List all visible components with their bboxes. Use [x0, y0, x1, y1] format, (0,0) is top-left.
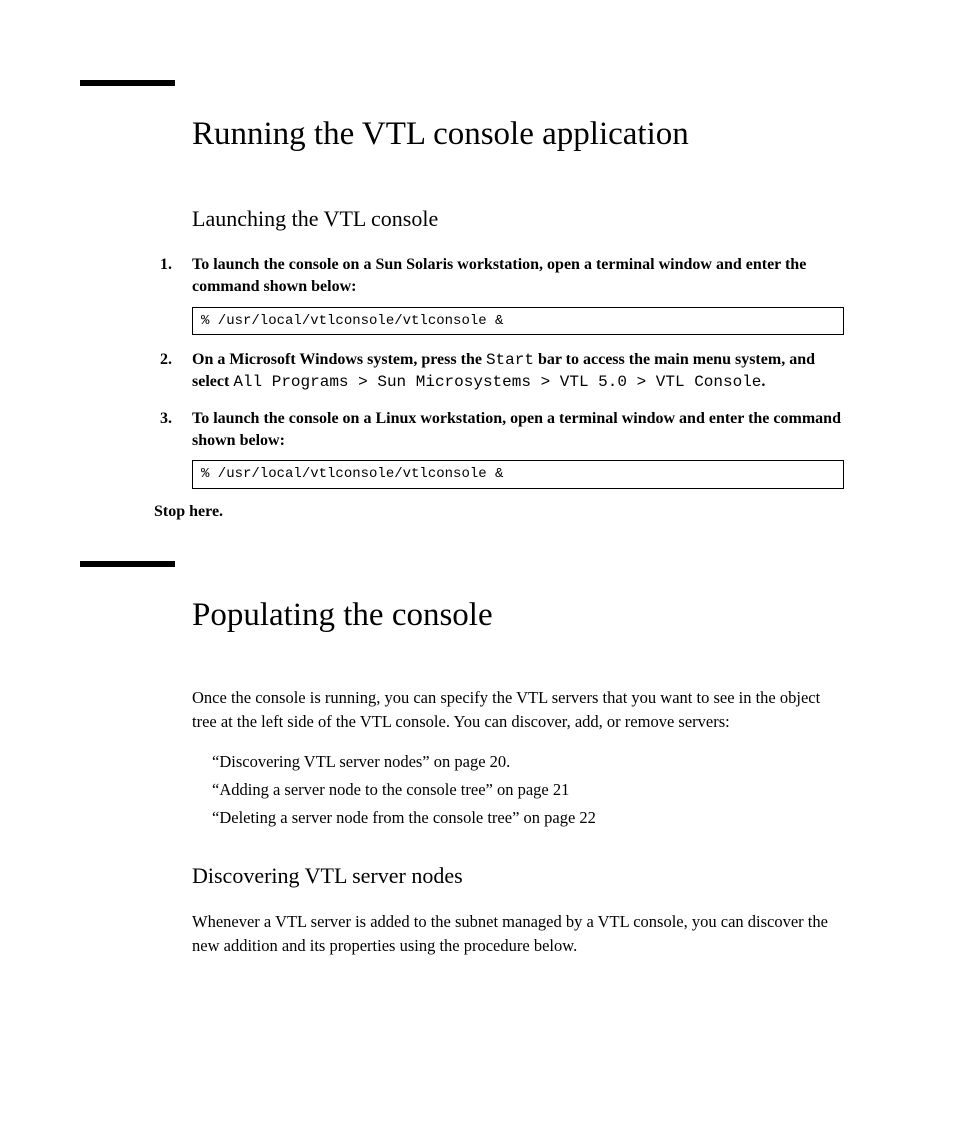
section2-para: Whenever a VTL server is added to the su… [192, 910, 844, 958]
step-list-launching: To launch the console on a Sun Solaris w… [160, 254, 844, 489]
section-heading-running: Running the VTL console application [192, 114, 844, 155]
xref-adding: “Adding a server node to the console tre… [212, 776, 844, 804]
section2-intro: Once the console is running, you can spe… [192, 686, 844, 734]
xref-deleting: “Deleting a server node from the console… [212, 804, 844, 832]
step-3-text: To launch the console on a Linux worksta… [192, 410, 841, 449]
step-2-path: All Programs > Sun Microsystems > VTL 5.… [233, 373, 761, 391]
section-rule-2 [80, 561, 175, 567]
step-2-end: . [761, 373, 765, 390]
step-3: To launch the console on a Linux worksta… [160, 408, 844, 489]
section-heading-populating: Populating the console [192, 595, 844, 636]
section-rule [80, 80, 175, 86]
step-1: To launch the console on a Sun Solaris w… [160, 254, 844, 335]
subheading-launching: Launching the VTL console [192, 205, 844, 234]
xref-discovering: “Discovering VTL server nodes” on page 2… [212, 748, 844, 776]
stop-here-label: Stop here. [154, 503, 844, 521]
step-3-code: % /usr/local/vtlconsole/vtlconsole & [192, 460, 844, 488]
step-2-pre: On a Microsoft Windows system, press the [192, 351, 486, 368]
step-2-start: Start [486, 351, 534, 369]
subheading-discovering: Discovering VTL server nodes [192, 862, 844, 891]
cross-reference-list: “Discovering VTL server nodes” on page 2… [212, 748, 844, 832]
step-2: On a Microsoft Windows system, press the… [160, 349, 844, 394]
step-1-code: % /usr/local/vtlconsole/vtlconsole & [192, 307, 844, 335]
step-1-text: To launch the console on a Sun Solaris w… [192, 256, 806, 295]
page-container: Running the VTL console application Laun… [0, 0, 954, 1032]
